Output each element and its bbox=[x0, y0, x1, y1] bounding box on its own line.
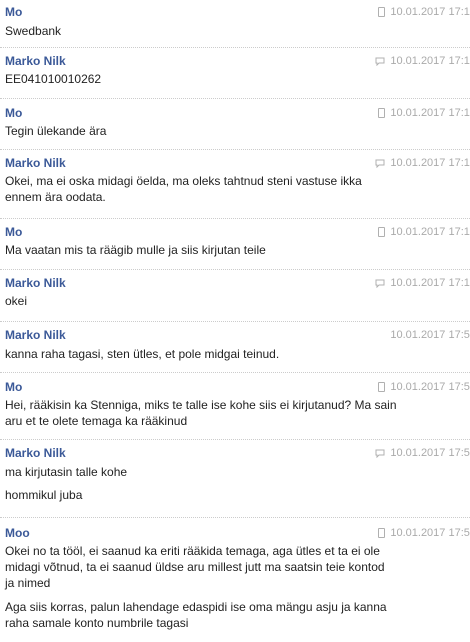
chat-icon bbox=[375, 159, 385, 168]
message-text: okei bbox=[5, 294, 28, 308]
message: Mo 10.01.2017 17:10 Swedbank bbox=[0, 0, 470, 48]
message-thread: Mo 10.01.2017 17:10 Swedbank Marko Nilk … bbox=[0, 0, 470, 642]
sender-name: Mo bbox=[5, 380, 23, 394]
message-text: hommikul juba bbox=[5, 488, 83, 502]
message: Marko Nilk 10.01.2017 17:51 kanna raha t… bbox=[0, 322, 470, 373]
timestamp: 10.01.2017 17:10 bbox=[390, 6, 470, 18]
message-text: Ma vaatan mis ta räägib mulle ja siis ki… bbox=[5, 243, 266, 257]
chat-icon bbox=[375, 57, 385, 66]
message: Mo 10.01.2017 17:52 Hei, rääkisin ka Ste… bbox=[0, 373, 470, 440]
sender-name: Marko Nilk bbox=[5, 276, 66, 290]
sender-name: Mo bbox=[5, 5, 23, 19]
sender-name: Moo bbox=[5, 526, 30, 540]
timestamp: 10.01.2017 17:14 bbox=[390, 157, 470, 169]
message-text: Hei, rääkisin ka Stenniga, miks te talle… bbox=[5, 398, 397, 428]
message: Mo 10.01.2017 17:14 Tegin ülekande ära bbox=[0, 99, 470, 150]
message-text: ma kirjutasin talle kohe bbox=[5, 465, 128, 479]
timestamp: 10.01.2017 17:14 bbox=[390, 107, 470, 119]
sender-name: Mo bbox=[5, 225, 23, 239]
sender-name: Marko Nilk bbox=[5, 156, 66, 170]
sender-name: Marko Nilk bbox=[5, 54, 66, 68]
message: Mo 10.01.2017 17:14 Ma vaatan mis ta rää… bbox=[0, 219, 470, 270]
message-text: Okei, ma ei oska midagi öelda, ma oleks … bbox=[5, 174, 362, 204]
phone-icon bbox=[378, 7, 386, 17]
chat-icon bbox=[375, 279, 385, 288]
message: Moo 10.01.2017 17:55 Okei no ta tööl, ei… bbox=[0, 518, 470, 642]
message: Marko Nilk 10.01.2017 17:15 okei bbox=[0, 270, 470, 322]
timestamp: 10.01.2017 17:10 bbox=[390, 55, 470, 67]
timestamp: 10.01.2017 17:53 bbox=[390, 447, 470, 459]
chat-icon bbox=[375, 449, 385, 458]
message-text: kanna raha tagasi, sten ütles, et pole m… bbox=[5, 347, 280, 361]
message-text: Tegin ülekande ära bbox=[5, 124, 107, 138]
message: Marko Nilk 10.01.2017 17:10 EE0410100102… bbox=[0, 48, 470, 99]
sender-name: Mo bbox=[5, 106, 23, 120]
message: Marko Nilk 10.01.2017 17:14 Okei, ma ei … bbox=[0, 150, 470, 219]
phone-icon bbox=[378, 108, 386, 118]
message-text: EE041010010262 bbox=[5, 72, 102, 86]
phone-icon bbox=[378, 528, 386, 538]
timestamp: 10.01.2017 17:55 bbox=[390, 527, 470, 539]
timestamp: 10.01.2017 17:14 bbox=[390, 226, 470, 238]
phone-icon bbox=[378, 382, 386, 392]
message-text: Swedbank bbox=[5, 24, 62, 38]
message-text: Aga siis korras, palun lahendage edaspid… bbox=[5, 600, 387, 630]
timestamp: 10.01.2017 17:51 bbox=[390, 329, 470, 341]
timestamp: 10.01.2017 17:15 bbox=[390, 277, 470, 289]
sender-name: Marko Nilk bbox=[5, 446, 66, 460]
message: Marko Nilk 10.01.2017 17:53 ma kirjutasi… bbox=[0, 440, 470, 518]
timestamp: 10.01.2017 17:52 bbox=[390, 381, 470, 393]
sender-name: Marko Nilk bbox=[5, 328, 66, 342]
message-text: Okei no ta tööl, ei saanud ka eriti rääk… bbox=[5, 544, 385, 590]
phone-icon bbox=[378, 227, 386, 237]
